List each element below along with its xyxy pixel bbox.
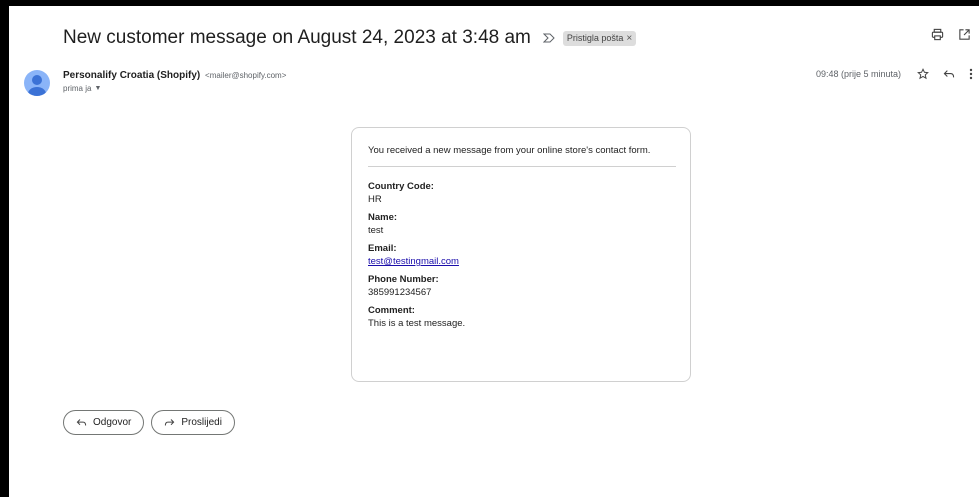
field-value: HR (368, 194, 382, 205)
email-subject: New customer message on August 24, 2023 … (63, 27, 531, 48)
sender-avatar[interactable] (24, 70, 50, 96)
sender-info: Personalify Croatia (Shopify) <mailer@sh… (63, 70, 286, 93)
reply-button-label: Odgovor (93, 417, 132, 428)
top-actions (931, 28, 971, 41)
message-body-card: You received a new message from your onl… (351, 127, 691, 382)
message-intro: You received a new message from your onl… (368, 145, 651, 156)
reply-actions: Odgovor Proslijedi (63, 410, 235, 435)
field-email: Email: test@testingmail.com (368, 243, 674, 268)
important-marker-icon[interactable] (542, 33, 555, 43)
field-label: Name: (368, 212, 398, 223)
sender-email: <mailer@shopify.com> (205, 71, 287, 80)
message-meta: 09:48 (prije 5 minuta) (816, 68, 973, 80)
star-icon[interactable] (917, 68, 929, 80)
reply-button[interactable]: Odgovor (63, 410, 145, 435)
field-value: 385991234567 (368, 287, 432, 298)
reply-icon (76, 419, 87, 426)
recipient-details-dropdown-icon[interactable]: ▼ (94, 85, 101, 92)
field-value: This is a test message. (368, 318, 466, 329)
reply-icon[interactable] (943, 69, 955, 79)
label-chip-text: Pristigla pošta (566, 33, 624, 43)
field-value: test (368, 225, 384, 236)
more-options-icon[interactable] (969, 68, 973, 80)
sender-name: Personalify Croatia (Shopify) (63, 70, 201, 81)
field-phone-number: Phone Number: 385991234567 (368, 274, 674, 299)
forward-icon (165, 419, 175, 426)
print-icon[interactable] (931, 28, 944, 41)
window-frame-left (0, 0, 9, 497)
window-frame-top (0, 0, 979, 6)
label-remove-icon[interactable]: × (626, 33, 632, 44)
field-country-code: Country Code: HR (368, 181, 674, 206)
field-comment: Comment: This is a test message. (368, 305, 674, 330)
message-time: 09:48 (prije 5 minuta) (815, 69, 901, 79)
label-chip-inbox: Pristigla pošta × (562, 30, 637, 46)
forward-button-label: Proslijedi (181, 417, 222, 428)
open-in-new-window-icon[interactable] (958, 28, 971, 41)
field-label: Comment: (368, 305, 415, 316)
forward-button[interactable]: Proslijedi (151, 410, 235, 435)
field-label: Country Code: (368, 181, 434, 192)
subject-row: New customer message on August 24, 2023 … (63, 20, 971, 56)
field-label: Email: (368, 243, 397, 254)
recipient-text: prima ja (63, 84, 92, 93)
field-label: Phone Number: (368, 274, 439, 285)
field-name: Name: test (368, 212, 674, 237)
recipient-line[interactable]: prima ja ▼ (63, 84, 286, 93)
email-link[interactable]: test@testingmail.com (368, 256, 674, 268)
divider (368, 166, 676, 167)
